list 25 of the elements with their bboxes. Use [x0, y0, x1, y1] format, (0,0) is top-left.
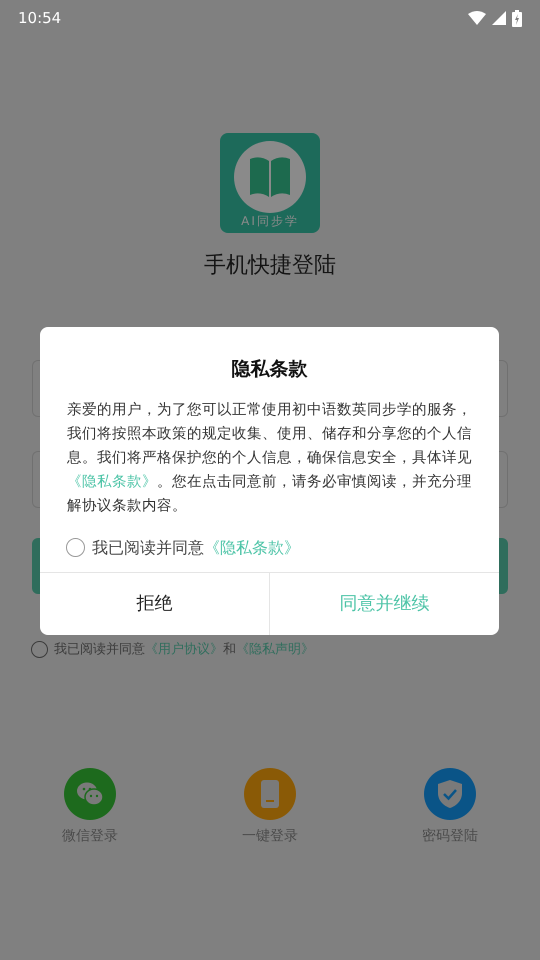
battery-icon — [512, 10, 522, 26]
privacy-statement-link[interactable]: 《隐私声明》 — [236, 642, 314, 657]
shield-check-icon — [437, 778, 463, 808]
login-option-button[interactable] — [424, 768, 476, 820]
dialog-title: 隐私条款 — [232, 357, 308, 382]
radio-button[interactable] — [31, 641, 48, 658]
accept-button[interactable]: 同意并继续 — [269, 572, 499, 634]
dialog-body: 亲爱的用户，为了您可以正常使用初中语数英同步学的服务，我们将按照本政策的规定收集、使用、储存和分享您的个人信息。我们将严格保护您的个人信息，确保信息安全，具体详见 《隐私条款》。您在点击同意前，请务必审慎阅读，并充分理解协议条款内容。 — [67, 400, 472, 516]
radio-button[interactable] — [66, 538, 85, 557]
consent-text: 我已阅读并同意《隐私条款》 — [92, 536, 300, 558]
phone-icon — [260, 778, 280, 808]
agreement-text: 我已阅读并同意《用户协议》和《隐私声明》 — [54, 641, 314, 659]
chat-bubbles-icon — [75, 780, 105, 806]
login-title: 手机快捷登陆 — [204, 252, 336, 280]
wifi-icon — [468, 11, 486, 25]
user-agreement-link[interactable]: 《用户协议》 — [145, 642, 223, 657]
decline-button[interactable]: 拒绝 — [40, 572, 269, 634]
login-option-button[interactable] — [244, 768, 296, 820]
signal-icon — [492, 11, 506, 25]
login-option-button[interactable] — [64, 768, 116, 820]
privacy-link[interactable]: 《隐私条款》 — [204, 538, 300, 556]
privacy-link[interactable]: 《隐私条款》 — [67, 474, 157, 490]
book-icon — [234, 141, 306, 213]
logo-text: AI同步学 — [241, 214, 299, 228]
status-time: 10:54 — [18, 8, 62, 29]
